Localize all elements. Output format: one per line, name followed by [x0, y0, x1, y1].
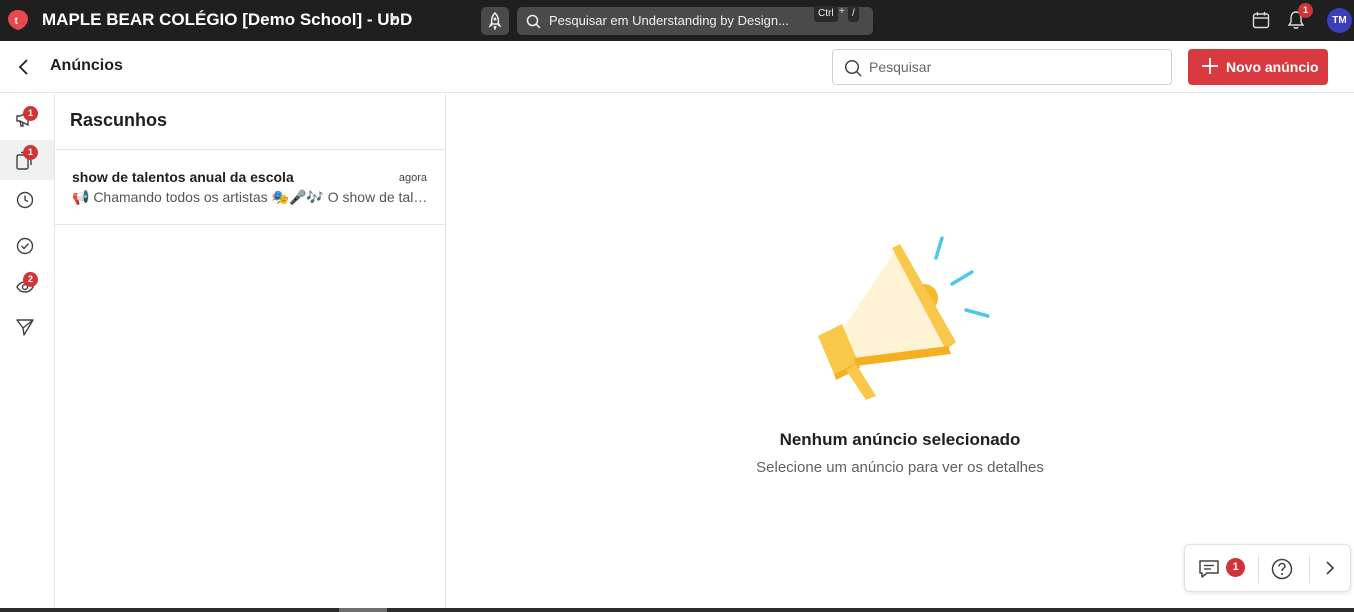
chat-badge: 1 — [1226, 558, 1245, 577]
plus-icon — [1202, 58, 1218, 74]
scrollbar-thumb[interactable] — [339, 608, 387, 612]
draft-preview: 📢 Chamando todos os artistas 🎭🎤🎶 O show … — [72, 189, 429, 205]
shortcut-slash-key: / — [848, 6, 859, 22]
top-bar: t MAPLE BEAR COLÉGIO [Demo School] - UbD… — [0, 0, 1354, 41]
drafts-panel: Rascunhos show de talentos anual da esco… — [55, 94, 446, 612]
left-icon-rail: 1 1 2 — [0, 94, 55, 612]
chat-icon[interactable] — [1198, 558, 1220, 580]
check-circle-icon — [16, 237, 34, 255]
rail-item-drafts[interactable]: 1 — [0, 140, 54, 180]
rail-item-review[interactable]: 2 — [0, 266, 54, 306]
horizontal-scrollbar[interactable] — [0, 608, 1354, 612]
rail-badge: 2 — [23, 272, 38, 287]
rail-item-scheduled[interactable] — [0, 179, 54, 219]
help-icon[interactable] — [1271, 558, 1293, 580]
rail-item-published[interactable] — [0, 225, 54, 265]
drafts-title: Rascunhos — [70, 110, 168, 130]
rocket-icon — [488, 12, 502, 30]
calendar-icon[interactable] — [1252, 11, 1270, 29]
helper-widget: 1 — [1184, 544, 1351, 592]
send-icon — [16, 319, 34, 336]
school-title[interactable]: MAPLE BEAR COLÉGIO [Demo School] - UbD — [42, 10, 412, 30]
search-icon — [844, 59, 862, 77]
detail-panel: Nenhum anúncio selecionado Selecione um … — [446, 94, 1354, 612]
search-placeholder: Pesquisar — [869, 59, 932, 75]
divider — [1309, 555, 1310, 583]
draft-time: agora — [398, 172, 427, 184]
megaphone-illustration-icon — [818, 236, 990, 400]
chevron-right-icon[interactable] — [1323, 560, 1337, 576]
shortcut-ctrl-key: Ctrl — [814, 6, 838, 22]
page-title: Anúncios — [50, 57, 123, 74]
page-header: Anúncios Pesquisar Novo anúncio — [0, 41, 1354, 93]
rail-badge: 1 — [23, 106, 38, 121]
notification-badge: 1 — [1298, 3, 1313, 18]
list-item[interactable]: show de talentos anual da escola agora 📢… — [55, 150, 445, 225]
rail-badge: 1 — [23, 145, 38, 160]
rail-item-sent[interactable] — [0, 306, 54, 346]
global-search-placeholder: Pesquisar em Understanding by Design... — [549, 13, 789, 28]
divider — [1258, 555, 1259, 583]
clock-icon — [16, 191, 34, 209]
search-input[interactable]: Pesquisar — [832, 49, 1172, 85]
new-announcement-button[interactable]: Novo anúncio — [1188, 49, 1328, 85]
back-arrow-icon[interactable] — [14, 57, 34, 77]
rail-item-announcements[interactable]: 1 — [0, 99, 54, 139]
avatar[interactable]: TM — [1327, 8, 1352, 33]
empty-state-subtitle: Selecione um anúncio para ver os detalhe… — [756, 459, 1044, 476]
empty-state-title: Nenhum anúncio selecionado — [779, 430, 1021, 449]
rocket-button[interactable] — [481, 7, 509, 35]
search-icon — [526, 14, 541, 29]
chevron-down-icon[interactable] — [390, 16, 398, 21]
new-announcement-label: Novo anúncio — [1226, 59, 1319, 75]
app-logo-icon[interactable]: t — [7, 9, 29, 31]
shortcut-plus: + — [839, 6, 845, 17]
draft-name: show de talentos anual da escola — [72, 169, 294, 185]
